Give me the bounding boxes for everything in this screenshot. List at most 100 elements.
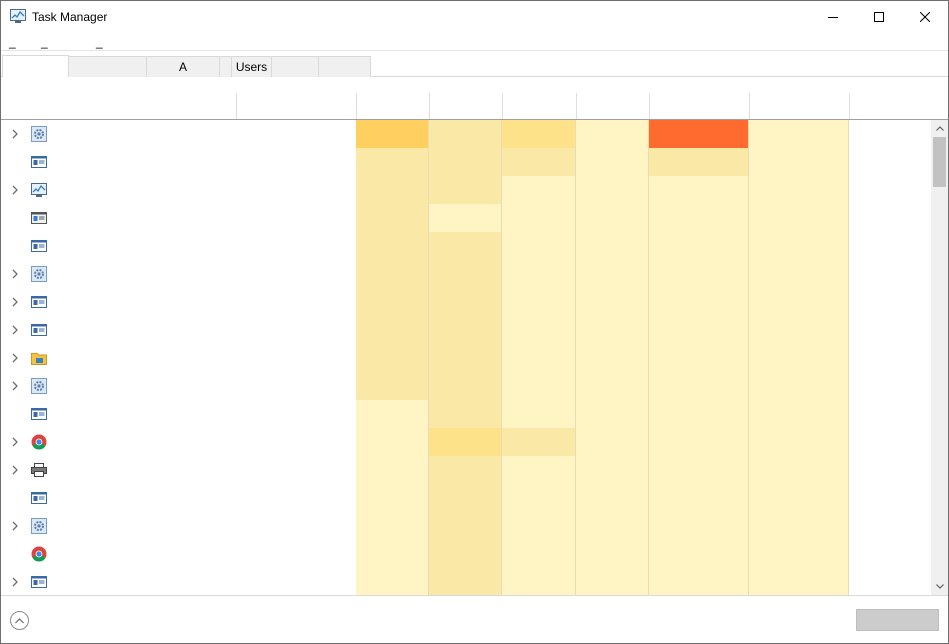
table-row[interactable] — [1, 316, 931, 344]
usage-cell — [356, 260, 429, 288]
table-row[interactable] — [1, 540, 931, 568]
usage-cell — [749, 512, 849, 540]
expand-chevron-icon[interactable] — [10, 520, 20, 532]
usage-cell — [649, 232, 749, 260]
menu-item-file[interactable]: _ — [9, 36, 16, 48]
table-row[interactable] — [1, 372, 931, 400]
usage-cell — [429, 400, 502, 428]
column-separator[interactable] — [849, 93, 850, 119]
tab-performance[interactable] — [69, 56, 147, 77]
scroll-thumb[interactable] — [933, 137, 946, 187]
expand-chevron-icon[interactable] — [10, 128, 20, 140]
usage-cell — [429, 568, 502, 595]
column-header-memory[interactable] — [430, 77, 502, 120]
table-row[interactable] — [1, 400, 931, 428]
usage-cell — [356, 232, 429, 260]
expand-chevron-icon[interactable] — [10, 436, 20, 448]
window-icon — [31, 406, 47, 422]
table-row[interactable] — [1, 148, 931, 176]
tab-startup[interactable] — [220, 56, 232, 77]
usage-cell — [502, 428, 576, 456]
table-row[interactable] — [1, 456, 931, 484]
tab-users[interactable]: Users — [232, 56, 272, 77]
column-header-name[interactable] — [1, 77, 236, 120]
menu-item-options[interactable]: _ — [41, 36, 48, 48]
usage-cell — [576, 120, 649, 148]
table-row[interactable] — [1, 484, 931, 512]
scroll-down-button[interactable] — [931, 578, 948, 595]
task-manager-icon — [10, 9, 26, 23]
chevron-up-icon — [935, 126, 944, 131]
usage-cell — [356, 148, 429, 176]
maximize-button[interactable] — [856, 1, 902, 32]
column-header-gpu[interactable] — [650, 77, 749, 120]
expand-chevron-icon[interactable] — [10, 352, 20, 364]
maximize-icon — [874, 11, 884, 22]
usage-cell — [502, 176, 576, 204]
expand-chevron-icon[interactable] — [10, 268, 20, 280]
usage-cell — [502, 568, 576, 595]
usage-cell — [749, 568, 849, 595]
expand-chevron-icon[interactable] — [10, 380, 20, 392]
column-header-cpu[interactable] — [357, 77, 429, 120]
window-icon — [31, 294, 47, 310]
table-row[interactable] — [1, 120, 931, 148]
usage-cell — [576, 428, 649, 456]
expand-chevron-icon[interactable] — [10, 184, 20, 196]
vertical-scrollbar[interactable] — [931, 120, 948, 595]
usage-cell — [649, 288, 749, 316]
expand-chevron-icon[interactable] — [10, 324, 20, 336]
usage-cell — [356, 204, 429, 232]
tab-details[interactable] — [272, 56, 319, 77]
table-row[interactable] — [1, 176, 931, 204]
usage-cell — [576, 204, 649, 232]
table-row[interactable] — [1, 344, 931, 372]
usage-cell — [649, 344, 749, 372]
tab-app-history[interactable]: A — [147, 56, 220, 77]
usage-cell — [502, 232, 576, 260]
gear-icon — [31, 266, 47, 282]
close-button[interactable] — [902, 1, 948, 32]
usage-cell — [749, 232, 849, 260]
fewer-details-button[interactable] — [10, 611, 29, 630]
table-row[interactable] — [1, 204, 931, 232]
column-header-gpu-engine[interactable] — [750, 77, 849, 120]
column-header-disk[interactable] — [503, 77, 576, 120]
usage-cell — [502, 316, 576, 344]
tab-services[interactable] — [319, 56, 371, 77]
usage-cell — [429, 204, 502, 232]
usage-cell — [649, 540, 749, 568]
table-row[interactable] — [1, 568, 931, 595]
end-task-button[interactable] — [856, 609, 939, 631]
title-bar[interactable]: Task Manager — [1, 1, 948, 33]
chevron-up-circle-icon — [15, 617, 24, 623]
menu-item-view[interactable]: _ — [96, 36, 103, 48]
usage-cell — [429, 344, 502, 372]
usage-cell — [502, 372, 576, 400]
table-row[interactable] — [1, 428, 931, 456]
usage-cell — [429, 512, 502, 540]
table-row[interactable] — [1, 260, 931, 288]
table-row[interactable] — [1, 512, 931, 540]
usage-cell — [502, 484, 576, 512]
scroll-up-button[interactable] — [931, 120, 948, 137]
usage-cell — [502, 120, 576, 148]
usage-cell — [749, 148, 849, 176]
table-row[interactable] — [1, 288, 931, 316]
expand-chevron-icon[interactable] — [10, 464, 20, 476]
window-icon — [31, 154, 47, 170]
tab-processes[interactable] — [2, 55, 69, 78]
minimize-button[interactable] — [810, 1, 856, 32]
expand-chevron-icon[interactable] — [10, 296, 20, 308]
table-row[interactable] — [1, 232, 931, 260]
column-header-network[interactable] — [577, 77, 649, 120]
usage-cell — [649, 120, 749, 148]
usage-cell — [429, 120, 502, 148]
expand-chevron-icon[interactable] — [10, 576, 20, 588]
column-header-status[interactable] — [237, 77, 356, 120]
file-explorer-icon — [31, 350, 47, 366]
printer-icon — [31, 462, 47, 478]
process-list[interactable] — [1, 120, 931, 595]
usage-cell — [502, 512, 576, 540]
usage-cell — [356, 568, 429, 595]
